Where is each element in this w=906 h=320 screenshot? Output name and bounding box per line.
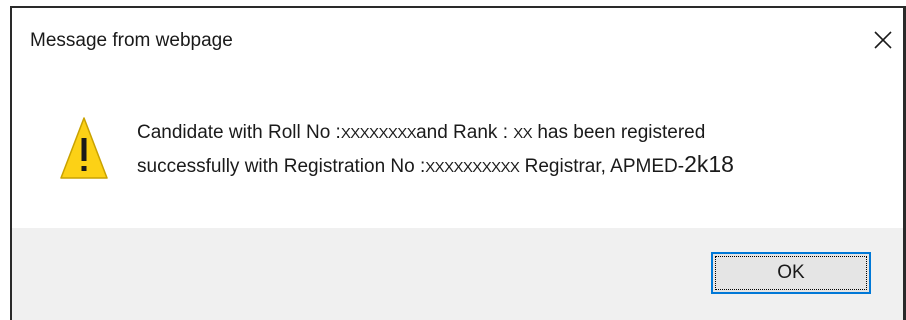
- message-registrar-text: Registrar, APMED-: [524, 156, 685, 177]
- ok-button[interactable]: OK: [711, 252, 871, 294]
- close-button[interactable]: [863, 20, 903, 60]
- message-line-2: successfully with Registration No :XXXXX…: [137, 149, 877, 183]
- window-frame-top: [10, 6, 906, 8]
- warning-triangle-icon: [60, 117, 108, 179]
- dialog-title: Message from webpage: [30, 30, 233, 51]
- message-line-1: Candidate with Roll No :XXXXXXXXand Rank…: [137, 118, 877, 149]
- registration-number-value: XXXXXXXXXX: [425, 159, 520, 176]
- message-roll-label: Candidate with Roll No :: [137, 122, 341, 143]
- message-rank-label: and Rank :: [416, 122, 508, 143]
- dialog-message: Candidate with Roll No :XXXXXXXXand Rank…: [137, 118, 877, 183]
- roll-number-value: XXXXXXXX: [340, 125, 417, 142]
- rank-value: XX: [513, 125, 533, 142]
- message-registration-label: successfully with Registration No :: [137, 156, 426, 177]
- close-icon: [874, 31, 892, 49]
- ok-button-label: OK: [777, 262, 805, 283]
- message-registered-text: has been registered: [537, 122, 706, 143]
- message-dialog: Message from webpage Candidate with Roll…: [0, 0, 906, 320]
- message-year-text: 2k18: [684, 151, 734, 177]
